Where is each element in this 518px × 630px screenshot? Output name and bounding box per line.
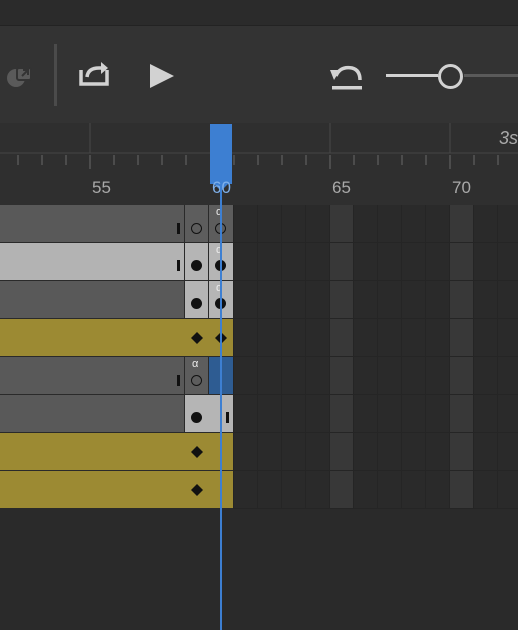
timeline-frames: α α α α (0, 205, 518, 511)
frame-label-65: 65 (332, 178, 351, 197)
time-label: 3s (499, 128, 518, 148)
tween-keyframe-diamond (191, 484, 203, 496)
frame-ruler[interactable]: 3s 55 65 70 (0, 123, 518, 205)
frame-span[interactable] (0, 205, 185, 242)
keyframe-marker (191, 298, 202, 309)
frame-label-55: 55 (92, 178, 111, 197)
undo-icon[interactable] (328, 62, 364, 92)
link-layers-icon[interactable] (0, 62, 36, 92)
playhead[interactable]: 60 (210, 124, 232, 630)
zoom-track-left (386, 74, 438, 77)
tween-keyframe-diamond (191, 332, 203, 344)
span-end-mark (177, 223, 180, 234)
playhead-head[interactable] (210, 124, 232, 184)
loop-icon[interactable] (77, 60, 113, 90)
ruler-ticks (0, 123, 518, 169)
span-end-mark (177, 375, 180, 386)
toolbar-separator (54, 44, 57, 106)
zoom-track-right (464, 74, 518, 77)
tween-keyframe-diamond (191, 446, 203, 458)
frame-span[interactable] (0, 395, 185, 432)
empty-keyframe-marker (191, 223, 202, 234)
frame-span[interactable] (0, 281, 185, 318)
span-end-mark (177, 260, 180, 271)
frame-label-70: 70 (452, 178, 471, 197)
frame-grid (233, 205, 518, 509)
zoom-slider[interactable] (386, 64, 518, 89)
action-icon: α (192, 358, 199, 370)
play-icon[interactable] (148, 62, 178, 90)
keyframe-marker (191, 412, 202, 423)
frame-span[interactable] (0, 243, 185, 280)
playhead-line (220, 184, 222, 630)
keyframe-marker (191, 260, 202, 271)
empty-keyframe-marker (191, 375, 202, 386)
timeline-toolbar (0, 26, 518, 123)
timeline-top-strip (0, 0, 518, 26)
zoom-slider-handle[interactable] (438, 64, 463, 89)
frame-span[interactable] (0, 357, 185, 394)
